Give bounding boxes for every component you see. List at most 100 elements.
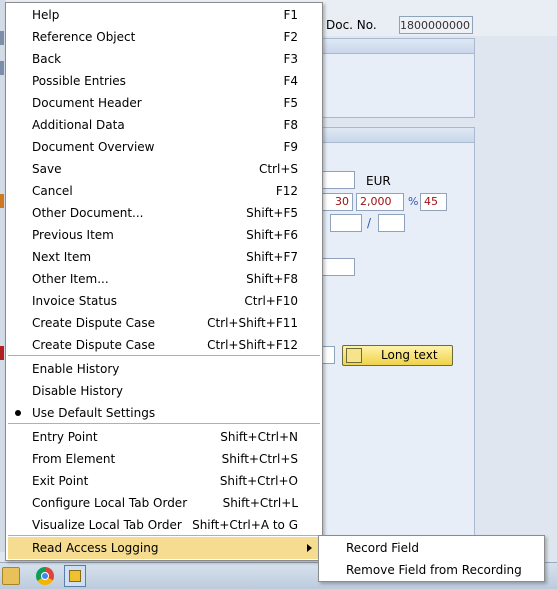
menu-item-shortcut: Shift+Ctrl+N: [220, 430, 298, 444]
submenu-item-label: Record Field: [346, 541, 419, 555]
slash-separator: /: [367, 216, 372, 230]
menu-item-label: Entry Point: [32, 430, 98, 444]
item-panel-title-bar: [321, 128, 474, 143]
menu-separator: [8, 355, 320, 356]
sap-logon-icon[interactable]: [64, 565, 86, 587]
menu-item-shortcut: Shift+Ctrl+O: [219, 474, 298, 488]
menu-item-shortcut: Shift+Ctrl+A to G: [192, 518, 298, 532]
amount-field[interactable]: [322, 171, 355, 189]
menu-item-document-header[interactable]: Document Header F5: [8, 92, 320, 114]
menu-item-other-document[interactable]: Other Document... Shift+F5: [8, 202, 320, 224]
menu-item-label: Document Overview: [32, 140, 155, 154]
menu-separator: [8, 423, 320, 424]
empty-field-c[interactable]: [322, 258, 355, 276]
doc-no-label: Doc. No.: [326, 18, 377, 32]
edge-marker: [0, 346, 4, 360]
menu-item-possible-entries[interactable]: Possible Entries F4: [8, 70, 320, 92]
menu-item-cancel[interactable]: Cancel F12: [8, 180, 320, 202]
menu-item-label: Create Dispute Case: [32, 316, 156, 330]
menu-item-invoice-status[interactable]: Invoice Status Ctrl+F10: [8, 290, 320, 312]
menu-item-shortcut: Shift+F8: [246, 272, 298, 286]
glasses-icon: [346, 348, 362, 363]
menu-item-shortcut: Shift+Ctrl+S: [221, 452, 298, 466]
header-panel: [320, 38, 475, 118]
menu-item-shortcut: Ctrl+Shift+F11: [207, 316, 298, 330]
menu-item-help[interactable]: Help F1: [8, 4, 320, 26]
currency-label: EUR: [366, 174, 391, 188]
menu-item-label: Exit Point: [32, 474, 89, 488]
menu-separator: [8, 535, 320, 536]
menu-item-label: Create Dispute Case: [32, 338, 156, 352]
menu-item-create-dispute-case[interactable]: Create Dispute Case Ctrl+Shift+F11: [8, 312, 320, 334]
menu-item-create-dispute-case-2[interactable]: Create Dispute Case Ctrl+Shift+F12: [8, 334, 320, 356]
menu-item-shortcut: Ctrl+S: [258, 162, 298, 176]
submenu-item-record-field[interactable]: Record Field: [320, 537, 543, 559]
menu-item-label: Configure Local Tab Order: [32, 496, 188, 510]
menu-item-label: Use Default Settings: [32, 406, 156, 420]
menu-item-label: Document Header: [32, 96, 142, 110]
days-field[interactable]: 30: [322, 193, 353, 211]
doc-no-field[interactable]: 1800000000: [399, 16, 473, 34]
empty-field-b[interactable]: [378, 214, 405, 232]
submenu-arrow-icon: [307, 544, 312, 552]
menu-item-save[interactable]: Save Ctrl+S: [8, 158, 320, 180]
menu-item-shortcut: F8: [283, 118, 298, 132]
days-field-2[interactable]: 45: [420, 193, 447, 211]
menu-item-enable-history[interactable]: Enable History: [8, 358, 320, 380]
menu-item-label: Visualize Local Tab Order: [32, 518, 182, 532]
menu-item-label: Disable History: [32, 384, 124, 398]
menu-item-label: Enable History: [32, 362, 120, 376]
menu-item-disable-history[interactable]: Disable History: [8, 380, 320, 402]
item-panel: [320, 127, 475, 551]
long-text-button[interactable]: Long text: [342, 345, 453, 366]
context-menu: Help F1 Reference Object F2 Back F3 Possibl…: [5, 2, 323, 561]
menu-item-label: Additional Data: [32, 118, 125, 132]
menu-item-configure-local-tab-order[interactable]: Configure Local Tab Order Shift+Ctrl+L: [8, 492, 320, 514]
submenu-item-remove-field-from-recording[interactable]: Remove Field from Recording: [320, 559, 543, 581]
empty-field-a[interactable]: [330, 214, 362, 232]
menu-item-shortcut: F3: [283, 52, 298, 66]
menu-item-label: Next Item: [32, 250, 92, 264]
read-access-logging-submenu: Record Field Remove Field from Recording: [318, 535, 545, 582]
chrome-icon[interactable]: [36, 567, 54, 585]
menu-item-entry-point[interactable]: Entry Point Shift+Ctrl+N: [8, 426, 320, 448]
menu-item-shortcut: F4: [283, 74, 298, 88]
menu-item-label: From Element: [32, 452, 116, 466]
menu-item-label: Read Access Logging: [32, 541, 159, 555]
menu-item-next-item[interactable]: Next Item Shift+F7: [8, 246, 320, 268]
menu-item-previous-item[interactable]: Previous Item Shift+F6: [8, 224, 320, 246]
menu-item-additional-data[interactable]: Additional Data F8: [8, 114, 320, 136]
edge-marker: [0, 31, 4, 45]
menu-item-label: Previous Item: [32, 228, 114, 242]
empty-field-d[interactable]: [322, 346, 335, 364]
menu-item-read-access-logging[interactable]: Read Access Logging: [8, 537, 320, 559]
menu-item-label: Save: [32, 162, 62, 176]
menu-item-shortcut: F1: [283, 8, 298, 22]
radio-bullet-icon: [15, 410, 21, 416]
menu-item-label: Reference Object: [32, 30, 136, 44]
menu-item-shortcut: Shift+F6: [246, 228, 298, 242]
edge-marker: [0, 194, 4, 208]
menu-item-other-item[interactable]: Other Item... Shift+F8: [8, 268, 320, 290]
menu-item-from-element[interactable]: From Element Shift+Ctrl+S: [8, 448, 320, 470]
long-text-label: Long text: [381, 348, 438, 362]
menu-item-shortcut: F9: [283, 140, 298, 154]
menu-item-shortcut: F2: [283, 30, 298, 44]
menu-item-document-overview[interactable]: Document Overview F9: [8, 136, 320, 158]
menu-item-back[interactable]: Back F3: [8, 48, 320, 70]
menu-item-shortcut: Shift+Ctrl+L: [222, 496, 298, 510]
menu-item-label: Other Item...: [32, 272, 109, 286]
folder-icon[interactable]: [2, 567, 20, 585]
discount-field[interactable]: 2,000: [356, 193, 404, 211]
menu-item-shortcut: Shift+F7: [246, 250, 298, 264]
header-panel-title-bar: [321, 39, 474, 54]
menu-item-use-default-settings[interactable]: Use Default Settings: [8, 402, 320, 424]
menu-item-reference-object[interactable]: Reference Object F2: [8, 26, 320, 48]
menu-item-shortcut: Ctrl+Shift+F12: [207, 338, 298, 352]
menu-item-exit-point[interactable]: Exit Point Shift+Ctrl+O: [8, 470, 320, 492]
menu-item-shortcut: F12: [275, 184, 298, 198]
menu-item-label: Help: [32, 8, 60, 22]
menu-item-shortcut: F5: [283, 96, 298, 110]
menu-item-visualize-local-tab-order[interactable]: Visualize Local Tab Order Shift+Ctrl+A to…: [8, 514, 320, 536]
menu-item-shortcut: Shift+F5: [246, 206, 298, 220]
